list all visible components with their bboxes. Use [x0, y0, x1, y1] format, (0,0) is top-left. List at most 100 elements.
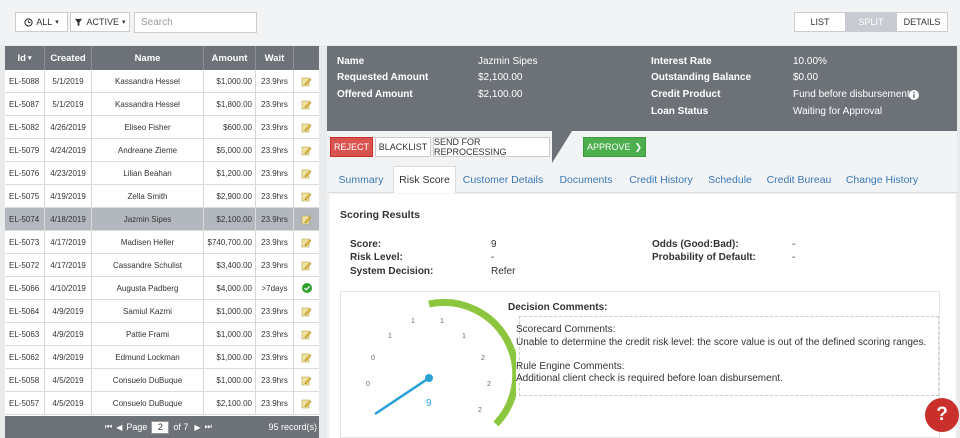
cell-amount: $600.00	[204, 116, 256, 138]
risk-score-content: Scoring Results Score: 9 Risk Level: - S…	[330, 194, 955, 438]
caret-down-icon: ▾	[122, 19, 126, 26]
table-row[interactable]: EL-5066 4/10/2019 Augusta Padberg $4,000.00…	[5, 277, 319, 300]
column-created-header[interactable]: Created	[45, 46, 92, 70]
applications-table: Id ▾ Created Name Amount Wait EL-5088 5/1/…	[5, 46, 319, 438]
cell-created: 4/26/2019	[45, 116, 92, 138]
cell-id: EL-5074	[5, 208, 45, 230]
search-input[interactable]	[134, 12, 257, 33]
cell-amount: $2,100.00	[204, 208, 256, 230]
table-row[interactable]: EL-5064 4/9/2019 Samiul Kazmi $1,000.00 23.9…	[5, 300, 319, 323]
table-row[interactable]: EL-5087 5/1/2019 Kassandra Hessel $1,800.00…	[5, 93, 319, 116]
reject-button[interactable]: REJECT	[330, 137, 373, 157]
cell-name: Augusta Padberg	[92, 277, 204, 299]
credit-product-value: Fund before disbursement	[793, 89, 910, 100]
gauge-tick-label: 1	[388, 333, 392, 340]
cell-created: 4/23/2019	[45, 162, 92, 184]
filter-active-label: ACTIVE	[86, 17, 119, 27]
table-row[interactable]: EL-5074 4/18/2019 Jazmin Sipes $2,100.00 23.…	[5, 208, 319, 231]
tab-documents[interactable]: Documents	[555, 166, 617, 193]
score-label: Score:	[350, 239, 382, 250]
tab-risk-score[interactable]: Risk Score	[393, 166, 456, 193]
view-split-button[interactable]: SPLIT	[845, 13, 897, 31]
cell-wait: 23.9hrs	[256, 369, 294, 391]
pencil-icon[interactable]	[294, 93, 319, 115]
column-amount-header[interactable]: Amount	[204, 46, 256, 70]
info-icon[interactable]	[909, 90, 919, 100]
approve-button[interactable]: APPROVE ❯	[583, 137, 646, 157]
filter-all-button[interactable]: ALL ▾	[15, 12, 68, 32]
check-circle-icon[interactable]	[294, 277, 319, 299]
column-id-header[interactable]: Id ▾	[5, 46, 45, 70]
name-value: Jazmin Sipes	[478, 56, 538, 67]
prev-page-button[interactable]: ◀	[116, 423, 122, 432]
table-row[interactable]: EL-5073 4/17/2019 Madisen Heller $740,700.0…	[5, 231, 319, 254]
pencil-icon[interactable]	[294, 116, 319, 138]
pencil-icon[interactable]	[294, 254, 319, 276]
loan-status-label: Loan Status	[651, 106, 709, 117]
pencil-icon[interactable]	[294, 139, 319, 161]
cell-wait: 23.9hrs	[256, 70, 294, 92]
cell-wait: 23.9hrs	[256, 254, 294, 276]
last-page-button[interactable]: ⏭	[205, 422, 212, 432]
pager: ⏮ ◀ Page 2 of 7 ▶ ⏭ 95 record(s)	[5, 416, 319, 438]
pencil-icon[interactable]	[294, 300, 319, 322]
view-details-button[interactable]: DETAILS	[897, 13, 947, 31]
column-wait-header[interactable]: Wait	[256, 46, 294, 70]
pencil-icon[interactable]	[294, 323, 319, 345]
pencil-icon[interactable]	[294, 346, 319, 368]
first-page-button[interactable]: ⏮	[105, 422, 112, 432]
tab-schedule[interactable]: Schedule	[705, 166, 755, 193]
cell-amount: $1,800.00	[204, 93, 256, 115]
page-number-input[interactable]: 2	[151, 420, 170, 434]
details-panel: Name Jazmin Sipes Requested Amount $2,10…	[327, 46, 957, 438]
column-name-header[interactable]: Name	[92, 46, 204, 70]
cell-created: 4/17/2019	[45, 231, 92, 253]
page-total: of 7	[173, 422, 189, 432]
blacklist-button[interactable]: BLACKLIST	[375, 137, 431, 157]
pencil-icon[interactable]	[294, 162, 319, 184]
cell-wait: 23.9hrs	[256, 208, 294, 230]
cell-name: Consuelo DuBuque	[92, 369, 204, 391]
cell-id: EL-5072	[5, 254, 45, 276]
pencil-icon[interactable]	[294, 185, 319, 207]
pencil-icon[interactable]	[294, 70, 319, 92]
table-row[interactable]: EL-5076 4/23/2019 Lilian Beahan $1,200.00 23…	[5, 162, 319, 185]
gauge-tick-label: 1	[462, 333, 466, 340]
table-row[interactable]: EL-5079 4/24/2019 Andreane Zieme $5,000.00 2…	[5, 139, 319, 162]
gauge-needle-hub	[425, 374, 433, 382]
tab-change-history[interactable]: Change History	[842, 166, 922, 193]
interest-rate-value: 10.00%	[793, 56, 827, 67]
tab-customer-details[interactable]: Customer Details	[460, 166, 546, 193]
action-bar: REJECT BLACKLIST SEND FOR REPROCESSING A…	[327, 131, 957, 163]
tab-credit-history[interactable]: Credit History	[625, 166, 697, 193]
pencil-icon[interactable]	[294, 231, 319, 253]
table-row[interactable]: EL-5057 4/5/2019 Consuelo DuBuque $2,100.00…	[5, 392, 319, 415]
help-button[interactable]: ?	[925, 398, 959, 432]
view-list-button[interactable]: LIST	[795, 13, 845, 31]
cell-wait: 23.9hrs	[256, 93, 294, 115]
cell-name: Cassandre Schulist	[92, 254, 204, 276]
cell-amount: $1,000.00	[204, 300, 256, 322]
table-row[interactable]: EL-5075 4/19/2019 Zella Smith $2,900.00 23.9…	[5, 185, 319, 208]
pencil-icon[interactable]	[294, 208, 319, 230]
cell-amount: $1,200.00	[204, 162, 256, 184]
send-for-reprocessing-button[interactable]: SEND FOR REPROCESSING	[433, 137, 550, 157]
pencil-icon[interactable]	[294, 369, 319, 391]
table-row[interactable]: EL-5062 4/9/2019 Edmund Lockman $1,000.00 23…	[5, 346, 319, 369]
decision-comments-title: Decision Comments:	[508, 302, 608, 313]
tab-summary[interactable]: Summary	[330, 166, 392, 193]
cell-created: 4/24/2019	[45, 139, 92, 161]
gauge-needle	[374, 376, 430, 416]
table-row[interactable]: EL-5088 5/1/2019 Kassandra Hessel $1,000.00…	[5, 70, 319, 93]
table-row[interactable]: EL-5063 4/9/2019 Pattie Frami $1,000.00 23.9…	[5, 323, 319, 346]
pencil-icon[interactable]	[294, 392, 319, 414]
next-page-button[interactable]: ▶	[194, 423, 200, 432]
table-row[interactable]: EL-5082 4/26/2019 Eliseo Fisher $600.00 23.9…	[5, 116, 319, 139]
probability-of-default-value: -	[792, 252, 796, 263]
scoring-results-title: Scoring Results	[340, 209, 420, 221]
table-row[interactable]: EL-5072 4/17/2019 Cassandre Schulist $3,400…	[5, 254, 319, 277]
tab-credit-bureau[interactable]: Credit Bureau	[764, 166, 834, 193]
filter-active-button[interactable]: ACTIVE ▾	[70, 12, 130, 32]
table-row[interactable]: EL-5058 4/5/2019 Consuelo DuBuque $1,000.00…	[5, 369, 319, 392]
action-divider	[552, 131, 572, 163]
